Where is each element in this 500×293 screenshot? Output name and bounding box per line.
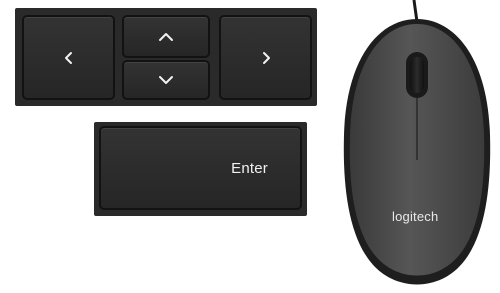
chevron-up-icon [159, 32, 173, 41]
computer-mouse[interactable]: logitech [330, 0, 500, 288]
mouse-cable [412, 0, 419, 23]
mouse-logo-text: logitech [392, 209, 439, 224]
mouse-illustration [343, 0, 491, 285]
chevron-down-icon [159, 76, 173, 84]
right-arrow-key[interactable] [219, 15, 312, 100]
enter-key-well: Enter [94, 122, 307, 216]
enter-key-label: Enter [231, 159, 268, 177]
enter-key[interactable]: Enter [99, 126, 302, 210]
chevron-left-icon [64, 51, 72, 64]
left-arrow-key[interactable] [22, 15, 115, 100]
chevron-right-icon [262, 51, 270, 64]
arrow-key-cluster [15, 8, 317, 106]
input-devices-scene: Enter logitech [0, 0, 500, 288]
down-arrow-key[interactable] [122, 60, 210, 100]
up-arrow-key[interactable] [122, 15, 210, 58]
